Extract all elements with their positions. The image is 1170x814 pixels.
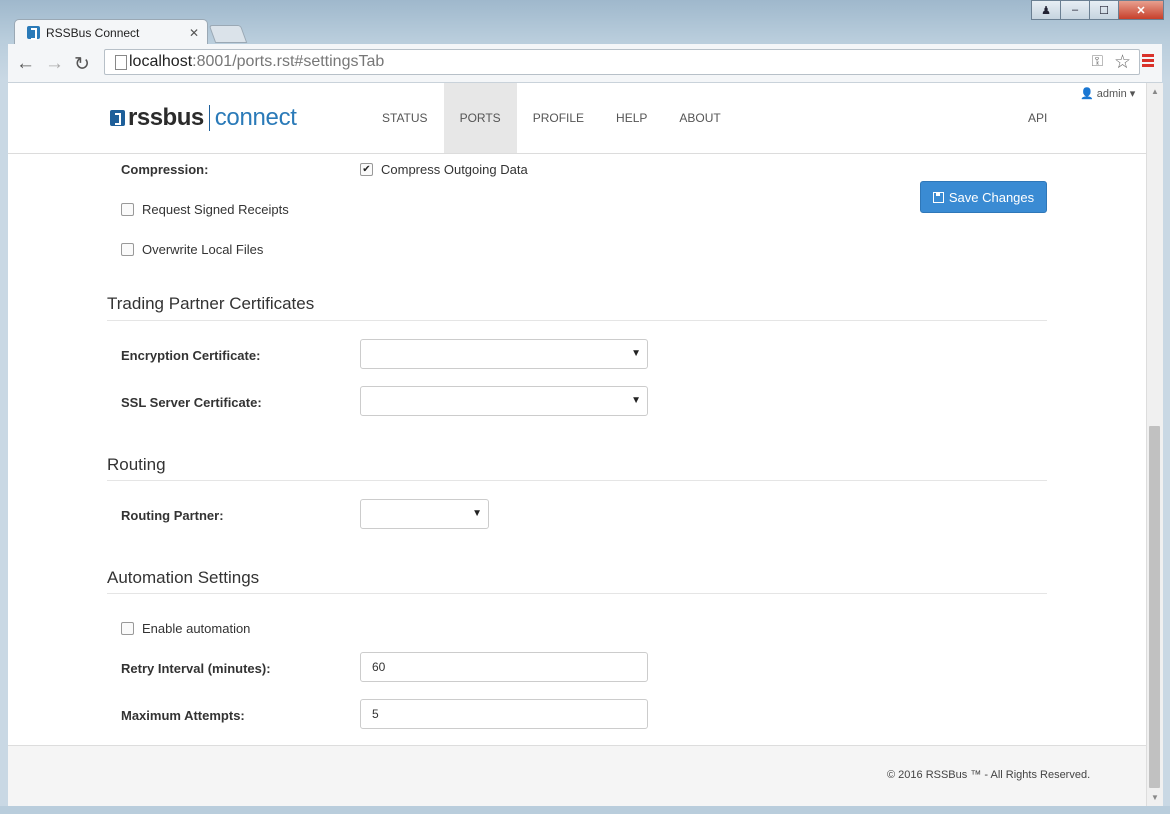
retry-interval-label: Retry Interval (minutes): [121, 661, 271, 676]
encryption-certificate-select[interactable]: ▼ [360, 339, 648, 369]
automation-heading: Automation Settings [107, 568, 260, 587]
new-tab-button[interactable] [208, 25, 248, 43]
maximum-attempts-label: Maximum Attempts: [121, 708, 245, 723]
browser-window: ♟ – ☐ ✕ RSSBus Connect ✕ ← → ↻ localhost… [0, 0, 1170, 814]
caret-down-icon: ▾ [1129, 88, 1136, 100]
page-viewport: rssbus connect STATUS PORTS PROFILE HELP… [8, 83, 1146, 806]
nav-profile[interactable]: PROFILE [517, 83, 600, 153]
key-icon[interactable]: ⚿ [1092, 53, 1103, 70]
routing-partner-select[interactable]: ▼ [360, 499, 489, 529]
browser-tab[interactable]: RSSBus Connect ✕ [14, 19, 208, 45]
window-controls: ♟ – ☐ ✕ [1031, 0, 1164, 20]
compression-label: Compression: [121, 162, 209, 177]
checkbox-unchecked[interactable] [121, 203, 134, 216]
url-text[interactable]: localhost:8001/ports.rst#settingsTab [129, 53, 384, 71]
maximum-attempts-input[interactable]: 5 [360, 699, 648, 729]
save-changes-button[interactable]: Save Changes [920, 181, 1047, 213]
scroll-up-icon[interactable]: ▲ [1151, 87, 1159, 96]
checkbox-checked[interactable]: ✔ [360, 163, 373, 176]
enable-automation-checkbox[interactable]: Enable automation [121, 621, 250, 636]
reload-icon[interactable]: ↻ [74, 53, 90, 76]
dropdown-caret-icon: ▼ [631, 395, 641, 406]
nav-about[interactable]: ABOUT [663, 83, 736, 153]
nav-status[interactable]: STATUS [366, 83, 444, 153]
copyright-text: © 2016 RSSBus ™ - All Rights Reserved. [887, 769, 1091, 781]
logo-divider [208, 105, 210, 131]
favicon-icon [27, 26, 40, 40]
checkbox-label: Overwrite Local Files [142, 242, 264, 257]
bookmark-star-icon[interactable]: ☆ [1114, 51, 1131, 74]
dropdown-caret-icon: ▼ [472, 508, 482, 519]
ssl-server-certificate-select[interactable]: ▼ [360, 386, 648, 416]
divider [107, 320, 1047, 321]
ssl-server-certificate-label: SSL Server Certificate: [121, 395, 262, 410]
close-window-button[interactable]: ✕ [1118, 0, 1164, 20]
nav-ports[interactable]: PORTS [443, 83, 517, 153]
app-navbar: rssbus connect STATUS PORTS PROFILE HELP… [8, 83, 1146, 154]
minimize-button[interactable]: – [1060, 0, 1090, 20]
scrollbar-thumb[interactable] [1149, 426, 1160, 788]
overwrite-local-files-checkbox[interactable]: Overwrite Local Files [121, 242, 263, 257]
forward-arrow-icon[interactable]: → [45, 53, 64, 75]
checkbox-label: Request Signed Receipts [142, 202, 289, 217]
logo-subtext: connect [214, 104, 297, 131]
page-icon [115, 55, 127, 70]
vertical-scrollbar[interactable]: ▲ ▼ [1146, 83, 1163, 806]
retry-interval-input[interactable]: 60 [360, 652, 648, 682]
save-disk-icon [932, 191, 944, 203]
tab-title: RSSBus Connect [46, 25, 140, 40]
divider [107, 593, 1047, 594]
dropdown-caret-icon: ▼ [631, 348, 641, 359]
maximize-button[interactable]: ☐ [1089, 0, 1119, 20]
divider [107, 480, 1047, 481]
user-menu[interactable]: 👤 admin ▾ [1080, 87, 1135, 100]
browser-toolbar: ← → ↻ localhost:8001/ports.rst#settingsT… [8, 44, 1162, 83]
nav-help[interactable]: HELP [600, 83, 663, 153]
checkbox-unchecked[interactable] [121, 622, 134, 635]
scroll-down-icon[interactable]: ▼ [1151, 793, 1159, 802]
checkbox-label: Compress Outgoing Data [381, 162, 528, 177]
window-frame-bottom [0, 806, 1170, 814]
back-arrow-icon[interactable]: ← [16, 53, 35, 75]
address-bar[interactable]: localhost:8001/ports.rst#settingsTab ⚿ ☆ [104, 49, 1140, 75]
routing-heading: Routing [107, 455, 166, 474]
footer: © 2016 RSSBus ™ - All Rights Reserved. [8, 745, 1146, 806]
close-tab-icon[interactable]: ✕ [189, 26, 199, 40]
certificates-heading: Trading Partner Certificates [107, 294, 315, 313]
routing-partner-label: Routing Partner: [121, 508, 224, 523]
request-signed-receipts-checkbox[interactable]: Request Signed Receipts [121, 202, 289, 217]
user-icon: 👤 [1080, 88, 1094, 100]
checkbox-label: Enable automation [142, 621, 251, 636]
logo-mark-icon [110, 110, 125, 126]
main-nav: STATUS PORTS PROFILE HELP ABOUT [366, 83, 737, 153]
menu-icon[interactable] [1142, 54, 1154, 69]
nav-api[interactable]: API [1028, 83, 1047, 153]
user-name: admin [1096, 88, 1127, 100]
checkbox-unchecked[interactable] [121, 243, 134, 256]
logo[interactable]: rssbus connect [110, 104, 297, 132]
user-icon[interactable]: ♟ [1031, 0, 1061, 20]
compress-outgoing-checkbox[interactable]: ✔ Compress Outgoing Data [360, 162, 528, 177]
encryption-certificate-label: Encryption Certificate: [121, 348, 261, 363]
logo-text: rssbus [128, 104, 204, 131]
save-button-label: Save Changes [948, 189, 1035, 205]
